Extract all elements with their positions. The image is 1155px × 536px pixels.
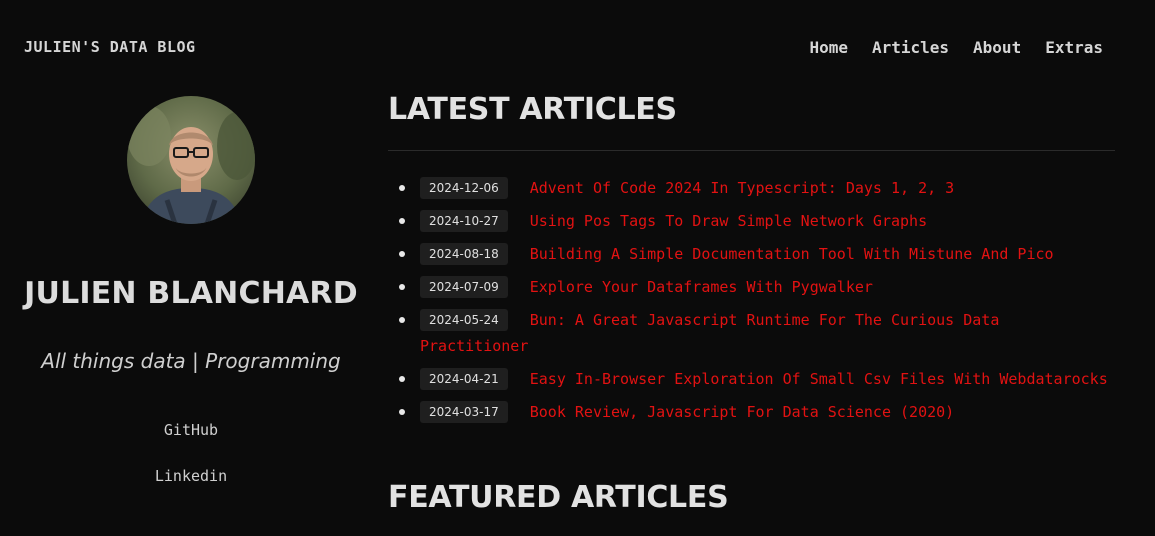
date-badge: 2024-12-06 [420,177,508,199]
bullet-icon [399,185,405,191]
article-link[interactable]: Using Pos Tags To Draw Simple Network Gr… [530,212,927,230]
article-link[interactable]: Book Review, Javascript For Data Science… [530,403,954,421]
github-link[interactable]: GitHub [164,421,218,439]
latest-articles-heading: LATEST ARTICLES [388,92,677,127]
bullet-icon [399,284,405,290]
list-item: 2024-07-09 Explore Your Dataframes With P… [388,274,1115,300]
nav-home[interactable]: Home [809,38,848,57]
article-list: 2024-12-06 Advent Of Code 2024 In Typescr… [388,175,1115,425]
featured-articles-heading: FEATURED ARTICLES [388,480,729,515]
nav-about[interactable]: About [973,38,1021,57]
divider [388,150,1115,151]
date-badge: 2024-05-24 [420,309,508,331]
article-link[interactable]: Building A Simple Documentation Tool Wit… [530,245,1054,263]
list-item: 2024-04-21 Easy In-Browser Exploration Of… [388,366,1115,392]
list-item: 2024-10-27 Using Pos Tags To Draw Simple … [388,208,1115,234]
nav-articles[interactable]: Articles [872,38,949,57]
sidebar: JULIEN BLANCHARD All things data | Progr… [0,96,382,485]
site-title[interactable]: JULIEN'S DATA BLOG [24,38,196,56]
list-item: 2024-05-24 Bun: A Great Javascript Runtim… [388,307,1115,359]
article-link[interactable]: Easy In-Browser Exploration Of Small Csv… [530,370,1108,388]
bullet-icon [399,317,405,323]
social-links: GitHub Linkedin [0,421,382,485]
author-tagline: All things data | Programming [41,349,341,373]
date-badge: 2024-03-17 [420,401,508,423]
bullet-icon [399,218,405,224]
article-link[interactable]: Advent Of Code 2024 In Typescript: Days … [530,179,954,197]
bullet-icon [399,251,405,257]
main-nav: Home Articles About Extras [809,38,1103,57]
article-link[interactable]: Explore Your Dataframes With Pygwalker [530,278,873,296]
list-item: 2024-12-06 Advent Of Code 2024 In Typescr… [388,175,1115,201]
list-item: 2024-08-18 Building A Simple Documentatio… [388,241,1115,267]
date-badge: 2024-10-27 [420,210,508,232]
date-badge: 2024-07-09 [420,276,508,298]
date-badge: 2024-08-18 [420,243,508,265]
bullet-icon [399,409,405,415]
author-name: JULIEN BLANCHARD [24,276,358,311]
nav-extras[interactable]: Extras [1045,38,1103,57]
date-badge: 2024-04-21 [420,368,508,390]
main-content: LATEST ARTICLES 2024-12-06 Advent Of Code… [388,92,1115,432]
list-item: 2024-03-17 Book Review, Javascript For Da… [388,399,1115,425]
avatar [127,96,255,224]
bullet-icon [399,376,405,382]
linkedin-link[interactable]: Linkedin [155,467,227,485]
